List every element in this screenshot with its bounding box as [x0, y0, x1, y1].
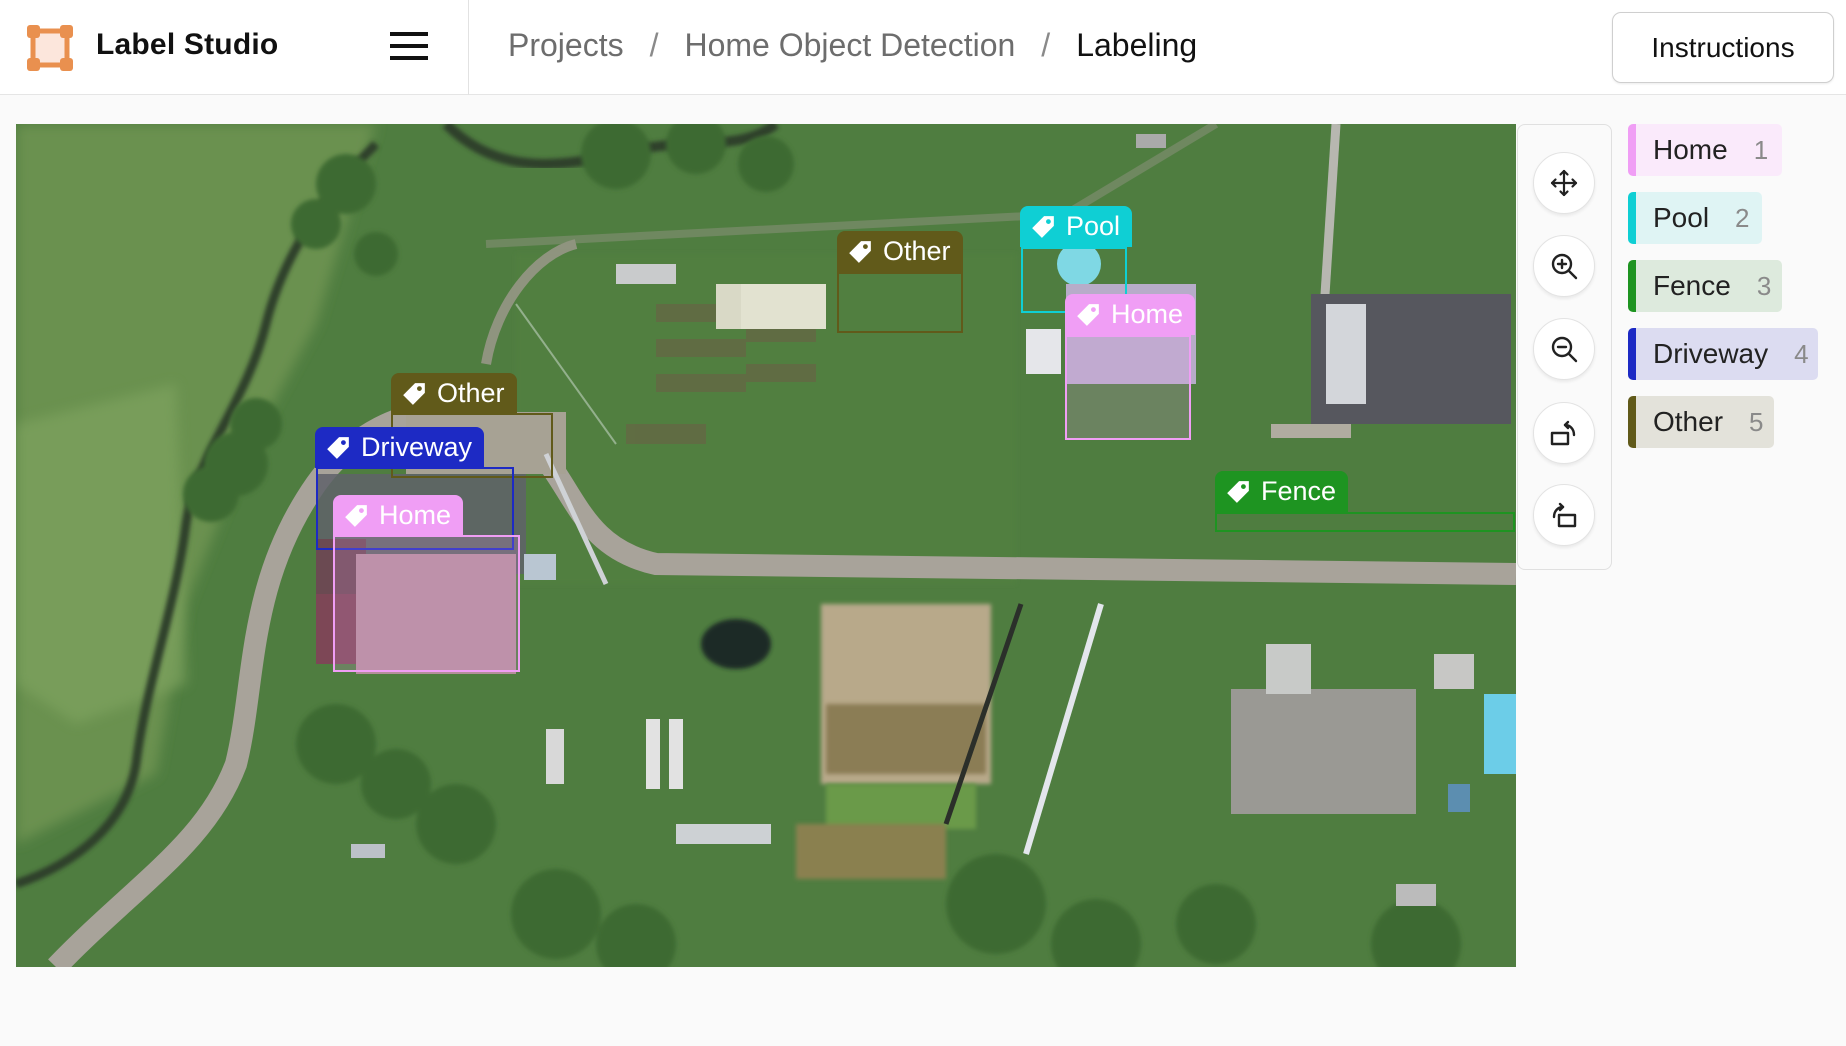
label-other[interactable]: Other 5 — [1628, 396, 1774, 448]
header-divider — [468, 0, 469, 95]
label-hotkey: 3 — [1756, 270, 1772, 301]
tag-icon — [403, 382, 425, 405]
region-box-home[interactable] — [333, 535, 520, 672]
region-box-home[interactable] — [1065, 335, 1191, 440]
label-name: Pool — [1653, 202, 1710, 233]
breadcrumb-separator: / — [1041, 27, 1051, 63]
aerial-image — [16, 124, 1516, 967]
region-box-fence[interactable] — [1215, 512, 1515, 532]
rotate-right-button[interactable] — [1533, 484, 1595, 546]
region-label-other[interactable]: Other — [837, 231, 963, 272]
region-label-home[interactable]: Home — [333, 495, 464, 536]
region-label-text: Driveway — [361, 432, 473, 462]
label-home[interactable]: Home 1 — [1628, 124, 1782, 176]
zoom-in-button[interactable] — [1533, 235, 1595, 297]
label-name: Other — [1653, 406, 1724, 437]
region-label-text: Pool — [1066, 211, 1121, 241]
region-label-other[interactable]: Other — [391, 373, 517, 414]
move-arrows-icon — [1550, 169, 1578, 197]
rotate-right-icon — [1552, 502, 1577, 528]
region-label-driveway[interactable]: Driveway — [315, 427, 485, 468]
tag-icon — [1227, 480, 1249, 503]
image-canvas[interactable]: Other Driveway Home Other Pool Home Fenc… — [16, 124, 1516, 967]
label-name: Home — [1653, 134, 1728, 165]
breadcrumb-separator: / — [649, 27, 659, 63]
instructions-button[interactable]: Instructions — [1612, 12, 1834, 83]
region-label-text: Home — [379, 500, 452, 530]
breadcrumb: Projects / Home Object Detection / Label… — [508, 27, 1197, 64]
rotate-left-button[interactable] — [1533, 402, 1595, 464]
label-hotkey: 4 — [1794, 338, 1809, 369]
label-studio-logo[interactable] — [27, 25, 73, 71]
label-fence[interactable]: Fence 3 — [1628, 260, 1782, 312]
hamburger-menu-icon[interactable] — [390, 32, 428, 62]
zoom-out-button[interactable] — [1533, 318, 1595, 380]
app-name: Label Studio — [96, 28, 279, 61]
region-label-home[interactable]: Home — [1065, 294, 1196, 335]
tag-icon — [849, 240, 871, 263]
breadcrumb-project[interactable]: Home Object Detection — [684, 27, 1015, 64]
top-header: Label Studio Projects / Home Object Dete… — [0, 0, 1846, 95]
label-hotkey: 5 — [1749, 406, 1764, 437]
region-label-text: Other — [883, 236, 951, 266]
rotate-left-icon — [1550, 420, 1576, 446]
breadcrumb-projects[interactable]: Projects — [508, 27, 624, 64]
tag-icon — [1077, 303, 1099, 326]
region-label-text: Other — [437, 378, 505, 408]
region-label-text: Home — [1111, 299, 1184, 329]
region-label-pool[interactable]: Pool — [1020, 206, 1133, 247]
label-name: Driveway — [1653, 338, 1769, 369]
label-pool[interactable]: Pool 2 — [1628, 192, 1762, 244]
pan-tool-button[interactable] — [1533, 152, 1595, 214]
zoom-in-icon — [1551, 253, 1578, 280]
label-hotkey: 2 — [1735, 202, 1750, 233]
zoom-out-icon — [1551, 336, 1578, 363]
label-name: Fence — [1653, 270, 1731, 301]
image-toolbar — [1517, 124, 1612, 570]
tag-icon — [345, 504, 367, 527]
label-hotkey: 1 — [1753, 134, 1769, 165]
tag-icon — [1032, 215, 1054, 238]
label-driveway[interactable]: Driveway 4 — [1628, 328, 1818, 380]
breadcrumb-current: Labeling — [1076, 27, 1198, 63]
region-label-text: Fence — [1261, 476, 1337, 506]
region-box-other[interactable] — [837, 272, 963, 333]
region-label-fence[interactable]: Fence — [1215, 471, 1349, 512]
tag-icon — [327, 436, 349, 459]
